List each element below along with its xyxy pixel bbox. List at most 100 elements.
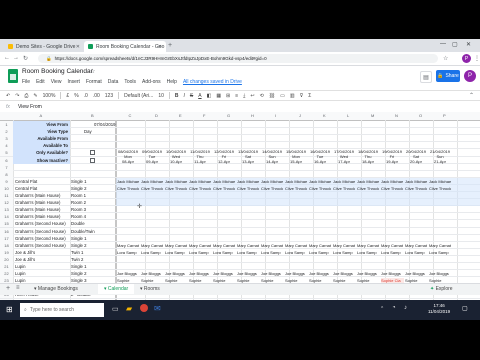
booking-cell[interactable]: Mary Carnat (285, 243, 308, 248)
row-number[interactable]: 5 (0, 149, 13, 157)
booking-cell[interactable]: Jack Michae (117, 179, 140, 184)
row-number[interactable]: 20 (0, 255, 13, 263)
browser-profile-avatar[interactable]: P (462, 54, 471, 63)
menu-format[interactable]: Format (86, 79, 102, 85)
property-cell[interactable]: Joe & Jill's (15, 257, 69, 262)
row-number[interactable]: 21 (0, 263, 13, 271)
borders-icon[interactable]: ▦ (216, 93, 221, 99)
row-number[interactable]: 6 (0, 156, 13, 164)
reload-icon[interactable]: ↻ (23, 55, 28, 62)
column-letter[interactable]: G (227, 113, 230, 118)
merge-icon[interactable]: ⊞ (226, 93, 230, 99)
booking-cell[interactable]: Joe Bloggs (285, 271, 308, 276)
row-number[interactable]: 2 (0, 128, 13, 136)
zoom-select[interactable]: 100% (43, 93, 56, 99)
room-cell[interactable]: Single 1 (71, 264, 115, 269)
room-cell[interactable]: Double/Twin (71, 229, 115, 234)
menu-data[interactable]: Data (108, 79, 119, 85)
redo-icon[interactable]: ↷ (15, 93, 19, 99)
booking-cell[interactable]: Mary Carnat (213, 243, 236, 248)
increase-decimal-button[interactable]: .00 (93, 93, 100, 99)
notifications-icon[interactable]: ▢ (462, 305, 468, 312)
room-cell[interactable]: Room 2 (71, 200, 115, 205)
row-number[interactable]: 13 (0, 206, 13, 214)
booking-cell[interactable]: Jack Michae (165, 179, 188, 184)
booking-cell[interactable]: Clive Throck (405, 186, 428, 191)
property-cell[interactable]: Graham's (Second House) (15, 236, 69, 241)
property-cell[interactable]: Graham's (Main House) (15, 200, 69, 205)
booking-cell[interactable]: Clive Throck (117, 186, 140, 191)
chart-icon[interactable]: ▥ (290, 93, 295, 99)
menu-help[interactable]: Help (167, 79, 177, 85)
booking-cell[interactable]: Lora Samp (429, 250, 452, 255)
booking-cell[interactable]: Jack Michae (261, 179, 284, 184)
booking-cell[interactable]: Lora Samp (237, 250, 260, 255)
text-color-button[interactable]: A (198, 93, 201, 99)
booking-cell[interactable]: Mary Carnat (237, 243, 260, 248)
column-letter[interactable]: M (371, 113, 374, 118)
row-number[interactable]: 22 (0, 270, 13, 278)
currency-button[interactable]: £ (66, 93, 69, 99)
column-letter[interactable]: J (299, 113, 301, 118)
booking-cell[interactable]: Jack Michae (357, 179, 380, 184)
booking-cell[interactable]: Mary Carnat (333, 243, 356, 248)
booking-cell[interactable]: Clive Throck (285, 186, 308, 191)
booking-cell[interactable]: Jack Michae (309, 179, 332, 184)
property-cell[interactable]: Graham's (Main House) (15, 193, 69, 198)
font-select[interactable]: Default (Ari... (124, 93, 153, 99)
column-letter[interactable]: K (323, 113, 326, 118)
column-letter[interactable]: E (179, 113, 182, 118)
close-icon[interactable]: ✕ (158, 44, 162, 50)
row-number[interactable]: 1 (0, 121, 13, 129)
booking-cell[interactable]: Clive Throck (309, 186, 332, 191)
row-number[interactable]: 7 (0, 163, 13, 171)
column-letter[interactable]: L (347, 113, 349, 118)
rotate-icon[interactable]: ⟲ (260, 93, 264, 99)
row-number[interactable]: 10 (0, 184, 13, 192)
booking-cell[interactable]: Jack Michae (381, 179, 404, 184)
undo-icon[interactable]: ↶ (6, 93, 10, 99)
room-cell[interactable]: Single 1 (71, 179, 115, 184)
menu-file[interactable]: File (22, 79, 30, 85)
booking-cell[interactable]: Mary Carnat (357, 243, 380, 248)
mail-icon[interactable]: ✉ (154, 304, 161, 313)
menu-view[interactable]: View (51, 79, 62, 85)
font-size-select[interactable]: 10 (158, 93, 164, 99)
column-letter[interactable]: I (275, 113, 276, 118)
checkbox[interactable] (90, 157, 95, 163)
strikethrough-button[interactable]: S (190, 93, 193, 99)
booking-cell[interactable]: Lora Samp (213, 250, 236, 255)
link-icon[interactable]: ⛓ (269, 93, 275, 99)
more-formats-button[interactable]: 123 (105, 93, 113, 99)
align-icon[interactable]: ≡ (235, 93, 238, 99)
booking-cell[interactable]: Lora Samp (333, 250, 356, 255)
booking-cell[interactable]: Joe Bloggs (189, 271, 212, 276)
booking-cell[interactable]: Lora Samp (285, 250, 308, 255)
booking-cell[interactable]: Mary Carnat (261, 243, 284, 248)
param-value[interactable]: 07/04/2019 (94, 122, 124, 127)
add-sheet-icon[interactable]: + (6, 285, 10, 292)
property-cell[interactable]: Joe & Jill's (15, 250, 69, 255)
column-letter[interactable]: H (251, 113, 254, 118)
row-number[interactable]: 4 (0, 142, 13, 150)
row-number[interactable]: 16 (0, 227, 13, 235)
booking-cell[interactable]: Lora Samp (165, 250, 188, 255)
back-icon[interactable]: ← (4, 55, 10, 61)
property-cell[interactable]: Central Flat (15, 186, 69, 191)
booking-cell[interactable]: Lora Samp (309, 250, 332, 255)
sheets-logo-icon[interactable] (8, 69, 18, 83)
row-number[interactable]: 17 (0, 234, 13, 242)
document-title[interactable]: Room Booking Calendar (22, 68, 93, 75)
booking-cell[interactable]: Joe Bloggs (357, 271, 380, 276)
column-letter[interactable]: A (40, 113, 43, 118)
booking-cell[interactable]: Clive Throck (189, 186, 212, 191)
property-cell[interactable]: Graham's (Main House) (15, 214, 69, 219)
close-window-icon[interactable]: ✕ (466, 41, 471, 48)
booking-cell[interactable]: Clive Throck (141, 186, 164, 191)
italic-button[interactable]: I (184, 93, 185, 99)
share-button[interactable]: 🔒 Share (436, 70, 460, 82)
booking-cell[interactable]: Jack Michae (333, 179, 356, 184)
last-edit-link[interactable]: All changes saved in Drive (183, 79, 242, 85)
booking-cell[interactable]: Joe Bloggs (141, 271, 164, 276)
row-number[interactable]: 15 (0, 220, 13, 228)
